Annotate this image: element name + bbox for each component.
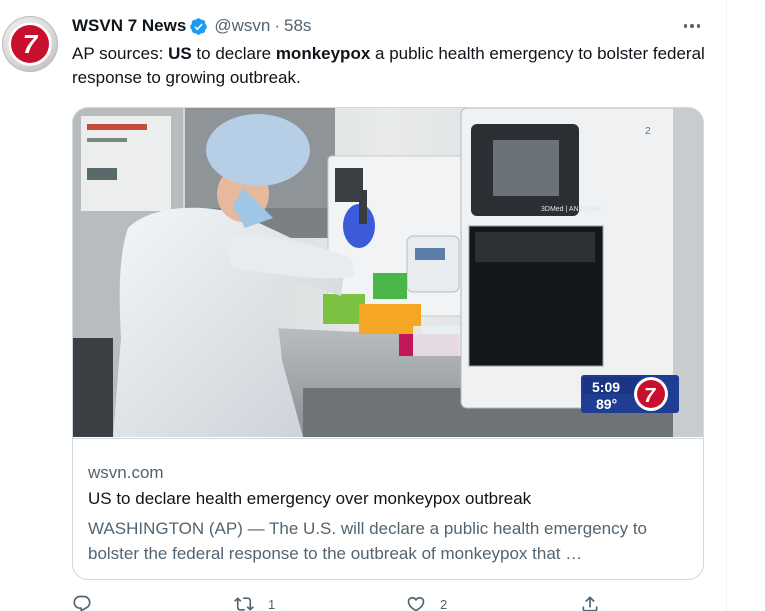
card-title[interactable]: US to declare health emergency over monk… (88, 489, 531, 509)
retweet-button[interactable]: 1 (234, 594, 275, 611)
share-icon (582, 596, 598, 611)
news-bug-time: 5:09 (592, 379, 620, 395)
separator-dot: · (274, 16, 280, 35)
timestamp[interactable]: 58s (284, 16, 311, 36)
share-button[interactable] (580, 594, 600, 611)
tweet-text: AP sources: US to declare monkeypox a pu… (72, 42, 722, 90)
card-domain: wsvn.com (88, 463, 164, 482)
card-image[interactable]: 3DMed | ANDIS350 2 5:09 89° 7 (73, 108, 703, 437)
like-icon (407, 596, 425, 611)
hashtag-us[interactable]: US (168, 44, 192, 63)
more-options-icon[interactable] (680, 18, 704, 34)
tweet-text-part: to declare (191, 44, 276, 63)
author-handle[interactable]: @wsvn (214, 16, 270, 36)
machine-number: 2 (645, 126, 651, 137)
reply-icon (73, 595, 91, 611)
card-description: WASHINGTON (AP) — The U.S. will declare … (88, 519, 647, 563)
machine-label: 3DMed | ANDIS350 (541, 206, 602, 213)
retweet-icon (234, 597, 254, 611)
link-card[interactable]: 3DMed | ANDIS350 2 5:09 89° 7 wsvn.com U… (72, 107, 704, 580)
wsvn-logo: 7 (8, 22, 52, 66)
avatar[interactable]: 7 (2, 16, 58, 72)
verified-badge-icon (190, 17, 208, 35)
hashtag-monkeypox[interactable]: monkeypox (276, 44, 370, 63)
news-bug: 5:09 89° 7 (581, 375, 679, 413)
card-body[interactable]: wsvn.com US to declare health emergency … (73, 438, 703, 579)
author-name[interactable]: WSVN 7 News (72, 16, 186, 36)
like-count: 2 (440, 596, 448, 611)
tweet-actions: 1 2 (72, 594, 632, 611)
tweet-header: WSVN 7 News @wsvn · 58s (72, 14, 311, 38)
tweet[interactable]: 7 WSVN 7 News @wsvn · 58s AP sources: US… (0, 0, 726, 611)
news-bug-logo: 7 (644, 385, 656, 407)
column-divider (726, 0, 727, 611)
tweet-text-part: AP sources: (72, 44, 169, 63)
reply-button[interactable] (72, 594, 106, 611)
retweet-count: 1 (268, 596, 276, 611)
news-bug-temp: 89° (596, 396, 617, 412)
like-button[interactable]: 2 (406, 594, 447, 611)
